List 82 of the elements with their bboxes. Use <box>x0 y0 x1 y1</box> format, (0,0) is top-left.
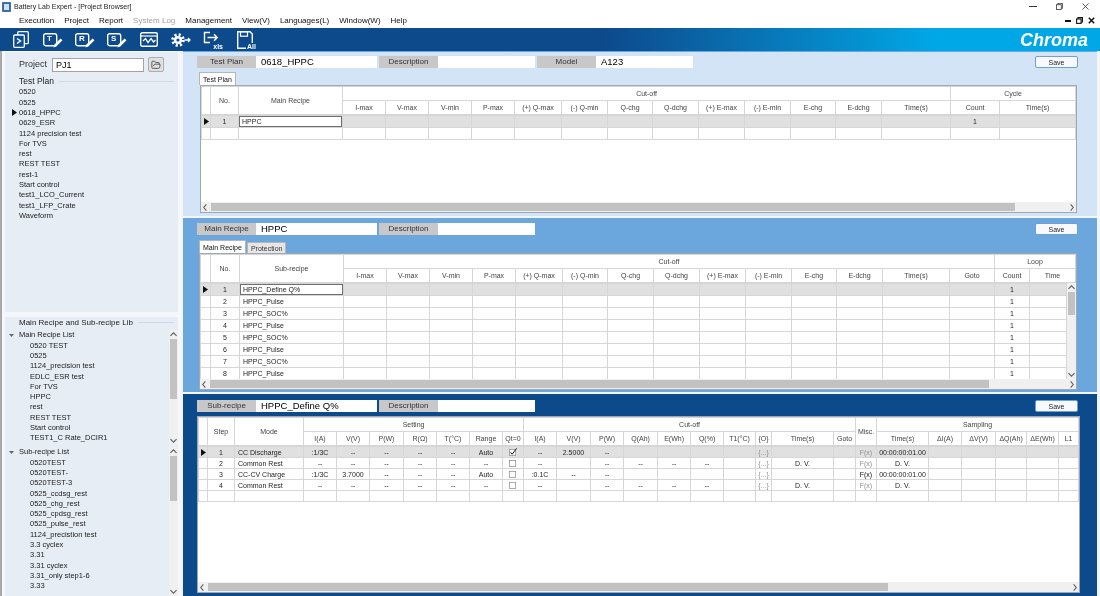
text-field[interactable]: HPPC_Define Q% <box>256 400 377 412</box>
settings-button[interactable] <box>171 30 191 49</box>
menu-item[interactable]: Management <box>185 16 232 25</box>
vertical-scrollbar[interactable] <box>169 447 178 596</box>
minimize-icon[interactable] <box>1065 19 1071 22</box>
scrollbar-thumb[interactable] <box>210 380 989 388</box>
chevron-up-icon[interactable] <box>170 448 177 455</box>
waveform-button[interactable] <box>139 30 159 49</box>
document-pen-icon <box>75 31 95 48</box>
chevron-left-icon[interactable] <box>201 380 208 388</box>
scrollbar-thumb[interactable] <box>1068 292 1075 316</box>
field-label: Sub-recipe <box>197 400 256 412</box>
checkbox[interactable] <box>509 481 517 490</box>
document-pen-icon <box>43 31 63 48</box>
chevron-left-icon[interactable] <box>202 203 209 211</box>
vertical-scrollbar[interactable] <box>1067 283 1076 379</box>
horizontal-scrollbar[interactable] <box>200 379 1076 389</box>
checkbox[interactable] <box>509 470 517 479</box>
folder-icon <box>151 59 161 70</box>
text-field[interactable]: 0618_HPPC <box>256 56 377 68</box>
text-field[interactable] <box>438 223 535 235</box>
open-folder-button[interactable] <box>148 57 164 72</box>
gear-arrow-icon <box>171 32 191 47</box>
chevron-down-icon[interactable] <box>170 588 177 595</box>
row-pointer-icon <box>200 448 206 456</box>
waveform-window-icon <box>140 32 158 47</box>
field-label: Main Recipe <box>197 223 256 235</box>
caret-down-icon[interactable] <box>9 449 14 455</box>
menu-item[interactable]: Execution <box>19 16 55 25</box>
chevron-up-icon[interactable] <box>1068 284 1075 291</box>
menu-item[interactable]: Report <box>99 16 124 25</box>
row-pointer-icon <box>203 118 209 126</box>
project-field[interactable]: PJ1 <box>52 57 144 72</box>
field-label: Model <box>537 56 596 68</box>
field-label: Description <box>379 56 438 68</box>
restore-icon[interactable] <box>1076 17 1083 24</box>
menu-item[interactable]: View(V) <box>242 16 270 25</box>
caret-down-icon[interactable] <box>9 332 14 338</box>
scrollbar-thumb[interactable] <box>170 339 177 400</box>
section-heading: Main Recipe and Sub-recipe Lib <box>19 318 133 327</box>
chevron-left-icon[interactable] <box>199 583 206 591</box>
text-field[interactable] <box>438 400 535 412</box>
field-label: Description <box>379 400 438 412</box>
close-icon <box>1081 3 1089 10</box>
field-label: Test Plan <box>197 56 256 68</box>
close-icon[interactable] <box>1088 17 1095 24</box>
app-icon <box>2 1 11 12</box>
edit-button[interactable]: S <box>107 30 127 49</box>
minimize-icon <box>1029 6 1037 7</box>
menu-item[interactable]: Languages(L) <box>279 16 330 25</box>
checkbox[interactable] <box>509 448 517 457</box>
chevron-right-icon[interactable] <box>1071 583 1078 591</box>
restore-icon <box>1055 3 1063 10</box>
menu-item[interactable]: Window(W) <box>339 16 381 25</box>
menu-item[interactable]: Help <box>390 16 408 25</box>
chevron-down-icon[interactable] <box>1068 371 1075 378</box>
checkbox[interactable] <box>509 459 517 468</box>
logo-text: Chroma <box>1020 30 1088 49</box>
field-label: Description <box>379 223 438 235</box>
scrollbar-thumb[interactable] <box>208 583 889 591</box>
section-heading: Test Plan <box>19 77 54 86</box>
run-button[interactable] <box>11 30 31 49</box>
edit-button[interactable]: R <box>75 30 95 49</box>
text-field[interactable]: A123 <box>596 56 693 68</box>
horizontal-scrollbar[interactable] <box>201 202 1076 212</box>
chevron-up-icon[interactable] <box>170 331 177 338</box>
horizontal-scrollbar[interactable] <box>198 582 1079 592</box>
edit-button[interactable]: T <box>43 30 63 49</box>
scrollbar-thumb[interactable] <box>170 456 177 501</box>
project-label: Project <box>19 60 48 69</box>
document-pen-icon <box>107 31 127 48</box>
chevron-down-icon[interactable] <box>170 437 177 444</box>
chevron-right-icon[interactable] <box>1068 203 1075 211</box>
scrollbar-thumb[interactable] <box>211 203 1015 211</box>
text-field[interactable]: HPPC <box>256 223 377 235</box>
vertical-scrollbar[interactable] <box>169 330 178 445</box>
row-pointer-icon <box>203 286 208 294</box>
text-field[interactable] <box>438 56 535 68</box>
document-arrow-icon <box>13 31 29 48</box>
chevron-right-icon[interactable] <box>1068 380 1075 388</box>
row-pointer-icon <box>11 109 17 117</box>
menu-item[interactable]: Project <box>64 16 90 25</box>
